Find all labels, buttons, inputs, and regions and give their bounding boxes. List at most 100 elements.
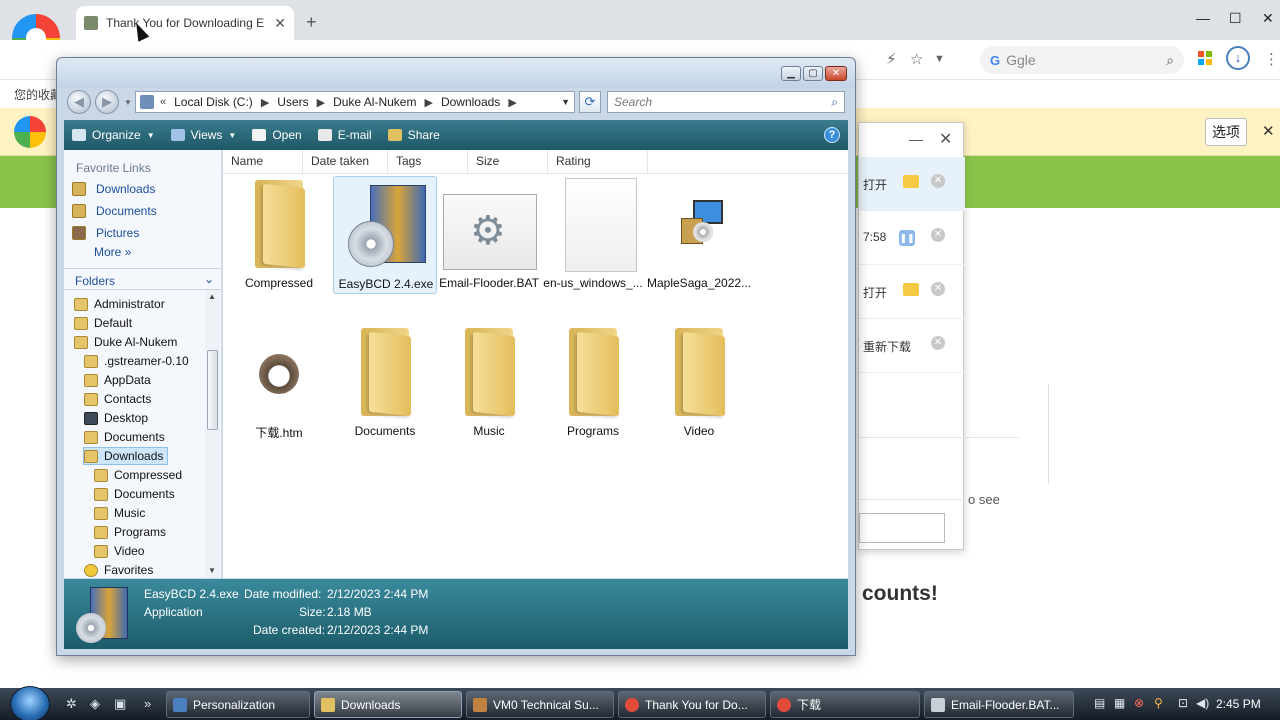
folders-header[interactable]: Folders ⌄	[64, 268, 221, 290]
redownload-label[interactable]: 重新下载	[863, 338, 911, 355]
bookmarks-bar-text[interactable]: 您的收藏	[14, 86, 62, 103]
file-item[interactable]: en-us_windows_...	[541, 176, 645, 294]
tray-icon[interactable]: ▤	[1094, 696, 1105, 710]
column-header-tags[interactable]: Tags	[388, 150, 468, 174]
text-input[interactable]	[859, 513, 945, 543]
address-prefix[interactable]: «	[160, 96, 166, 108]
taskbar-button[interactable]: Personalization	[166, 691, 310, 718]
options-button[interactable]: 选项	[1205, 118, 1247, 146]
file-item[interactable]: MapleSaga_2022...	[647, 176, 751, 294]
star-icon[interactable]: ☆	[910, 50, 923, 68]
tree-item[interactable]: Favorites	[84, 561, 153, 578]
address-dropdown-icon[interactable]: ▼	[561, 97, 570, 107]
recent-pages-dropdown-icon[interactable]: ▼	[124, 98, 132, 107]
tree-item[interactable]: Desktop	[84, 409, 148, 427]
folder-icon[interactable]	[903, 175, 919, 188]
clock[interactable]: 2:45 PM	[1216, 697, 1261, 711]
volume-icon[interactable]: ◀)	[1196, 696, 1209, 710]
refresh-button[interactable]: ⟳	[579, 91, 601, 113]
scroll-down-icon[interactable]: ▼	[208, 566, 216, 575]
close-icon[interactable]: ✕	[939, 129, 952, 149]
download-row[interactable]: 打开 ✕	[859, 157, 965, 211]
browser-tab[interactable]: Thank You for Downloading E ✕	[76, 6, 294, 40]
folder-tree-scrollbar[interactable]: ▲ ▼	[205, 290, 220, 578]
favorite-link-documents[interactable]: Documents	[72, 204, 157, 218]
quicklaunch-icon[interactable]: ✲	[66, 696, 77, 712]
tree-item[interactable]: AppData	[84, 371, 151, 389]
chevron-down-icon[interactable]: ▼	[934, 53, 945, 65]
download-icon[interactable]: ↓	[1226, 46, 1250, 70]
download-row[interactable]: 重新下载 ✕	[859, 319, 965, 373]
tree-item[interactable]: Video	[94, 542, 144, 560]
minimize-icon[interactable]: —	[909, 131, 923, 147]
network-icon[interactable]: ⊡	[1178, 696, 1188, 710]
file-item-selected[interactable]: EasyBCD 2.4.exe	[333, 176, 437, 294]
quicklaunch-desktop-icon[interactable]: ▣	[114, 696, 126, 712]
browser-close-button[interactable]: ✕	[1262, 10, 1274, 27]
download-row[interactable]: 打开 ✕	[859, 265, 965, 319]
remove-icon[interactable]: ✕	[931, 174, 945, 188]
file-item[interactable]: Documents	[333, 324, 437, 442]
taskbar-button[interactable]: Email-Flooder.BAT...	[924, 691, 1074, 718]
folder-icon[interactable]	[903, 283, 919, 296]
menu-icon[interactable]: ⋮	[1264, 50, 1279, 68]
lightning-icon[interactable]: ⚡	[886, 50, 897, 68]
tray-search-icon[interactable]: ⚲	[1154, 696, 1163, 710]
new-tab-button[interactable]: +	[306, 12, 317, 33]
browser-minimize-button[interactable]: —	[1196, 10, 1210, 26]
file-item[interactable]: 下载.htm	[227, 324, 331, 442]
tree-item[interactable]: Compressed	[94, 466, 182, 484]
breadcrumb-downloads[interactable]: Downloads	[441, 95, 500, 109]
column-header-rating[interactable]: Rating	[548, 150, 648, 174]
back-button[interactable]: ◀	[67, 90, 91, 114]
search-icon[interactable]: ⌕	[831, 95, 838, 110]
download-row[interactable]: 7:58 ❚❚ ✕	[859, 211, 965, 265]
tree-item[interactable]: Duke Al-Nukem	[74, 333, 177, 351]
file-item[interactable]: Music	[437, 324, 541, 442]
taskbar-button-active[interactable]: Downloads	[314, 691, 462, 718]
tree-item[interactable]: Documents	[84, 428, 165, 446]
views-button[interactable]: Views ▼	[170, 128, 236, 142]
address-bar[interactable]: « Local Disk (C:) ▶ Users ▶ Duke Al-Nuke…	[135, 91, 575, 113]
file-item[interactable]: ⚙ Email-Flooder.BAT	[437, 176, 541, 294]
start-button[interactable]	[10, 686, 50, 720]
search-input[interactable]: Search ⌕	[607, 91, 845, 113]
column-header-size[interactable]: Size	[468, 150, 548, 174]
organize-button[interactable]: Organize ▼	[72, 128, 155, 142]
browser-search-box[interactable]: G Ggle ⌕	[980, 46, 1184, 74]
share-button[interactable]: Share	[387, 128, 440, 142]
email-button[interactable]: E-mail	[317, 128, 372, 142]
taskbar-button[interactable]: Thank You for Do...	[618, 691, 766, 718]
search-icon[interactable]: ⌕	[1166, 52, 1174, 69]
windows-logo-icon[interactable]	[1198, 51, 1212, 65]
taskbar-button[interactable]: 下载	[770, 691, 920, 718]
tray-icon[interactable]: ▦	[1114, 696, 1125, 710]
breadcrumb-separator-icon[interactable]: ▶	[508, 96, 516, 109]
browser-maximize-button[interactable]: ☐	[1229, 10, 1242, 27]
tab-close-icon[interactable]: ✕	[274, 15, 286, 32]
breadcrumb-separator-icon[interactable]: ▶	[261, 96, 269, 109]
open-button[interactable]: Open	[252, 128, 302, 142]
tree-item[interactable]: .gstreamer-0.10	[84, 352, 189, 370]
pause-icon[interactable]: ❚❚	[899, 230, 915, 246]
quicklaunch-browser-icon[interactable]: ◈	[90, 696, 100, 712]
explorer-titlebar[interactable]	[57, 58, 855, 88]
scroll-up-icon[interactable]: ▲	[208, 292, 216, 301]
download-action-label[interactable]: 打开	[863, 176, 887, 193]
breadcrumb-separator-icon[interactable]: ▶	[317, 96, 325, 109]
tree-item-selected[interactable]: Downloads	[83, 447, 169, 465]
tree-item[interactable]: Programs	[94, 523, 166, 541]
tray-error-icon[interactable]: ⊗	[1134, 696, 1144, 710]
remove-icon[interactable]: ✕	[931, 336, 945, 350]
column-header-name[interactable]: Name	[223, 150, 303, 174]
breadcrumb-local-disk[interactable]: Local Disk (C:)	[174, 95, 253, 109]
breadcrumb-separator-icon[interactable]: ▶	[424, 96, 432, 109]
breadcrumb-users[interactable]: Users	[277, 95, 308, 109]
more-links-link[interactable]: More »	[94, 245, 131, 259]
quicklaunch-more-icon[interactable]: »	[144, 696, 151, 711]
favorite-link-pictures[interactable]: Pictures	[72, 226, 139, 240]
minimize-button[interactable]: ▁	[781, 66, 801, 81]
tree-item[interactable]: Documents	[94, 485, 175, 503]
chevron-down-icon[interactable]: ⌄	[204, 272, 214, 286]
column-header-date-taken[interactable]: Date taken	[303, 150, 388, 174]
